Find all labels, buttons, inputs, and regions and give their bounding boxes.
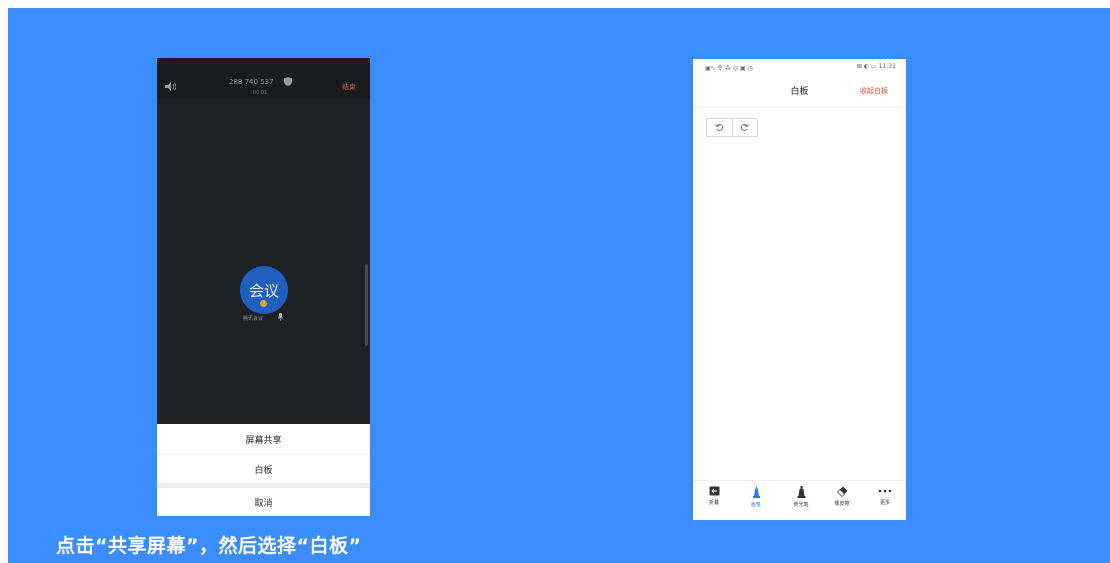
collapse-whiteboard-button[interactable]: 收起白板 <box>860 86 888 96</box>
tool-label: 橡皮擦 <box>834 501 850 507</box>
pen-tool[interactable]: 画笔 <box>741 486 771 518</box>
more-icon <box>878 489 892 493</box>
avatar-status-dot <box>260 300 267 307</box>
eraser-icon <box>836 486 847 497</box>
status-bar: ▣ᵃᵢₗ 令 ⁂ ◎ ▣ ◷ ⊠ ◐ ▭ 11:31 <box>693 59 906 75</box>
participant-name: 腾讯会议 <box>243 316 264 322</box>
undo-button[interactable] <box>707 119 732 136</box>
whiteboard-option[interactable]: 白板 <box>157 455 370 483</box>
whiteboard-toolbar: 折叠 画笔 荧光笔 橡皮擦 更多 <box>693 480 906 520</box>
meeting-top-bar: 288 740 537 00:01 结束 <box>157 58 370 98</box>
share-screen-option[interactable]: 屏幕共享 <box>157 425 370 453</box>
tool-label: 画笔 <box>750 502 761 508</box>
share-action-sheet: 屏幕共享 白板 取消 <box>157 424 370 516</box>
end-meeting-button[interactable]: 结束 <box>342 82 356 92</box>
fold-icon <box>709 486 719 496</box>
highlighter-icon <box>797 486 805 498</box>
status-icons-left: ▣ᵃᵢₗ 令 ⁂ ◎ ▣ ◷ <box>705 65 753 72</box>
pen-icon <box>752 486 760 498</box>
status-icons-right: ⊠ ◐ ▭ 11:31 <box>857 63 896 70</box>
speaker-icon[interactable] <box>165 82 176 91</box>
tool-label: 荧光笔 <box>793 502 809 508</box>
tool-label: 折叠 <box>708 500 719 506</box>
more-tool[interactable]: 更多 <box>870 486 900 518</box>
shield-icon <box>284 77 292 86</box>
redo-button[interactable] <box>731 119 758 136</box>
fold-tool[interactable]: 折叠 <box>699 486 729 518</box>
tool-label: 更多 <box>879 500 890 506</box>
highlighter-tool[interactable]: 荧光笔 <box>786 486 816 518</box>
meeting-timer: 00:01 <box>253 90 268 96</box>
instruction-caption: 点击“共享屏幕”，然后选择“白板” <box>56 535 362 557</box>
cancel-button[interactable]: 取消 <box>157 488 370 516</box>
whiteboard-header: 白板 收起白板 <box>693 75 906 108</box>
scrollbar[interactable] <box>365 264 368 346</box>
meeting-phone-screen: 288 740 537 00:01 结束 会议 腾讯会议 屏幕共享 白板 取消 <box>157 58 370 516</box>
undo-icon <box>714 124 723 131</box>
meeting-id[interactable]: 288 740 537 <box>229 78 274 86</box>
eraser-tool[interactable]: 橡皮擦 <box>827 486 857 518</box>
redo-icon <box>741 124 750 131</box>
undo-redo-group <box>706 118 758 137</box>
whiteboard-phone-screen: ▣ᵃᵢₗ 令 ⁂ ◎ ▣ ◷ ⊠ ◐ ▭ 11:31 白板 收起白板 折叠 画笔… <box>693 59 906 520</box>
microphone-icon <box>278 313 283 321</box>
